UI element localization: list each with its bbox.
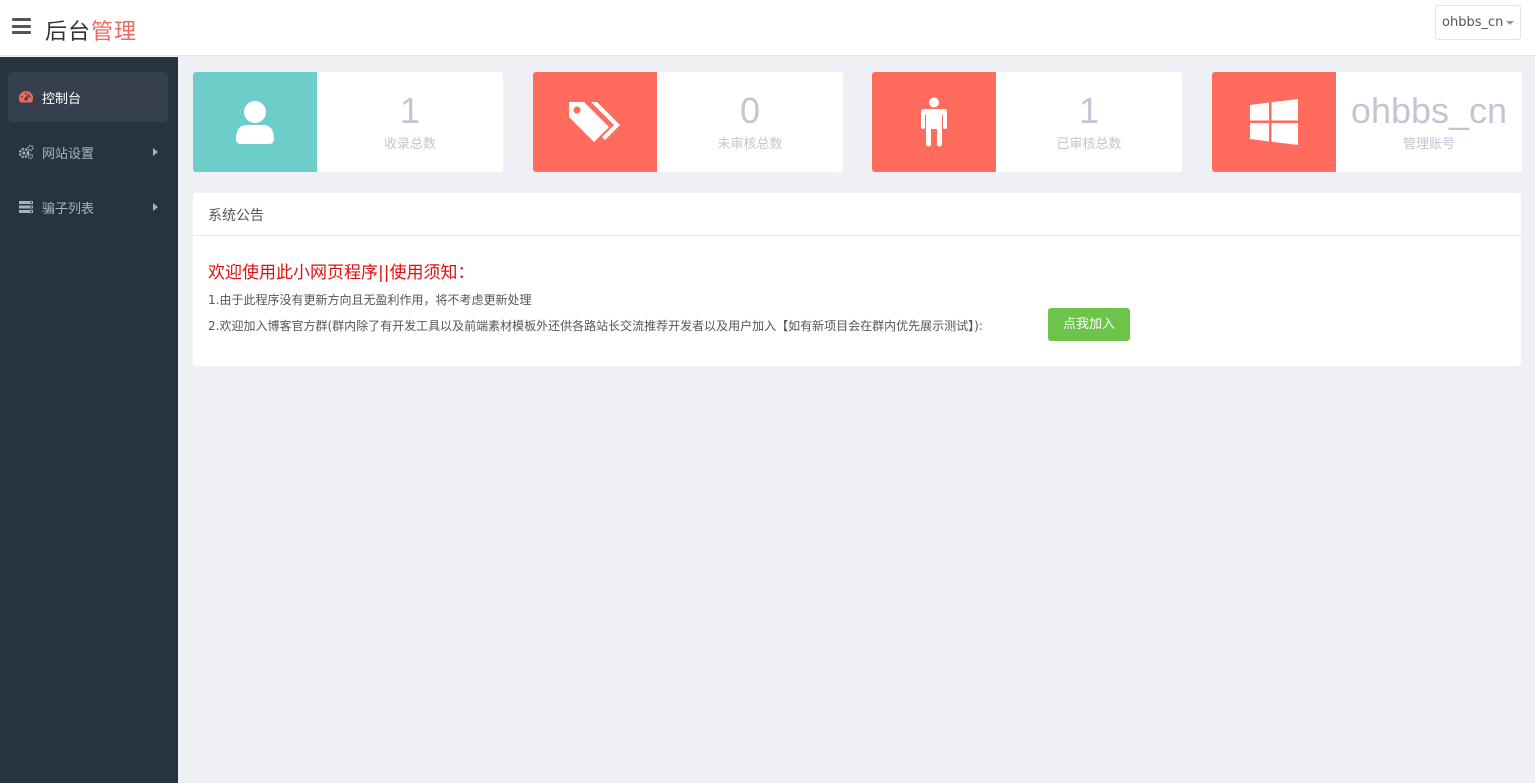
menu-toggle-icon[interactable] [12,18,31,34]
stat-card-approved: 1 已审核总数 [872,72,1182,172]
top-bar: 后台管理 ohbbs_cn [0,0,1535,56]
chevron-right-icon [153,203,158,211]
caret-down-icon [1506,21,1514,25]
stat-value: ohbbs_cn [1350,90,1508,131]
sidebar-item-dashboard[interactable]: 控制台 [8,72,168,122]
dashboard-icon [18,91,34,103]
brand-title-accent: 管理 [91,20,138,45]
sidebar-item-label: 网站设置 [42,147,95,162]
stat-icon-box [1212,72,1336,172]
sidebar-item-label: 控制台 [42,92,82,107]
stat-caption: 已审核总数 [1056,137,1122,152]
stat-icon-box [193,72,317,172]
stat-value: 1 [1078,90,1100,131]
panel-heading: 系统公告 [193,193,1521,236]
stat-value: 0 [739,90,761,131]
sidebar-item-label: 骗子列表 [42,202,95,217]
sidebar-item-site-settings[interactable]: 网站设置 [8,127,168,177]
windows-icon [1250,99,1298,145]
stat-icon-box [533,72,657,172]
notice-line: 1.由于此程序没有更新方向且无盈利作用，将不考虑更新处理 [208,293,532,307]
stat-caption: 管理账号 [1402,137,1455,152]
gears-icon [18,144,34,160]
stat-caption: 未审核总数 [717,137,783,152]
sidebar: 控制台 网站设置 骗子列表 [0,57,178,783]
list-icon [19,201,33,213]
sidebar-item-scammer-list[interactable]: 骗子列表 [8,182,168,232]
person-icon [921,97,947,147]
tags-icon [569,102,620,142]
notice-line: 2.欢迎加入博客官方群(群内除了有开发工具以及前端素材模板外还供各路站长交流推荐… [208,319,983,333]
user-dropdown-label: ohbbs_cn [1442,15,1504,30]
stat-card-pending: 0 未审核总数 [533,72,843,172]
notice-title: 欢迎使用此小网页程序||使用须知： [208,263,475,283]
user-icon [236,101,274,144]
chevron-right-icon [153,148,158,156]
announcement-panel: 系统公告 欢迎使用此小网页程序||使用须知： 1.由于此程序没有更新方向且无盈利… [193,193,1521,366]
brand-title-main: 后台 [45,20,92,45]
stat-value: 1 [399,90,421,131]
join-group-button[interactable]: 点我加入 [1048,308,1130,341]
brand-title: 后台管理 [45,14,137,46]
stat-caption: 收录总数 [383,137,436,152]
stat-icon-box [872,72,996,172]
stat-card-total: 1 收录总数 [193,72,503,172]
user-dropdown[interactable]: ohbbs_cn [1435,5,1521,40]
stat-card-admin: ohbbs_cn 管理账号 [1212,72,1522,172]
